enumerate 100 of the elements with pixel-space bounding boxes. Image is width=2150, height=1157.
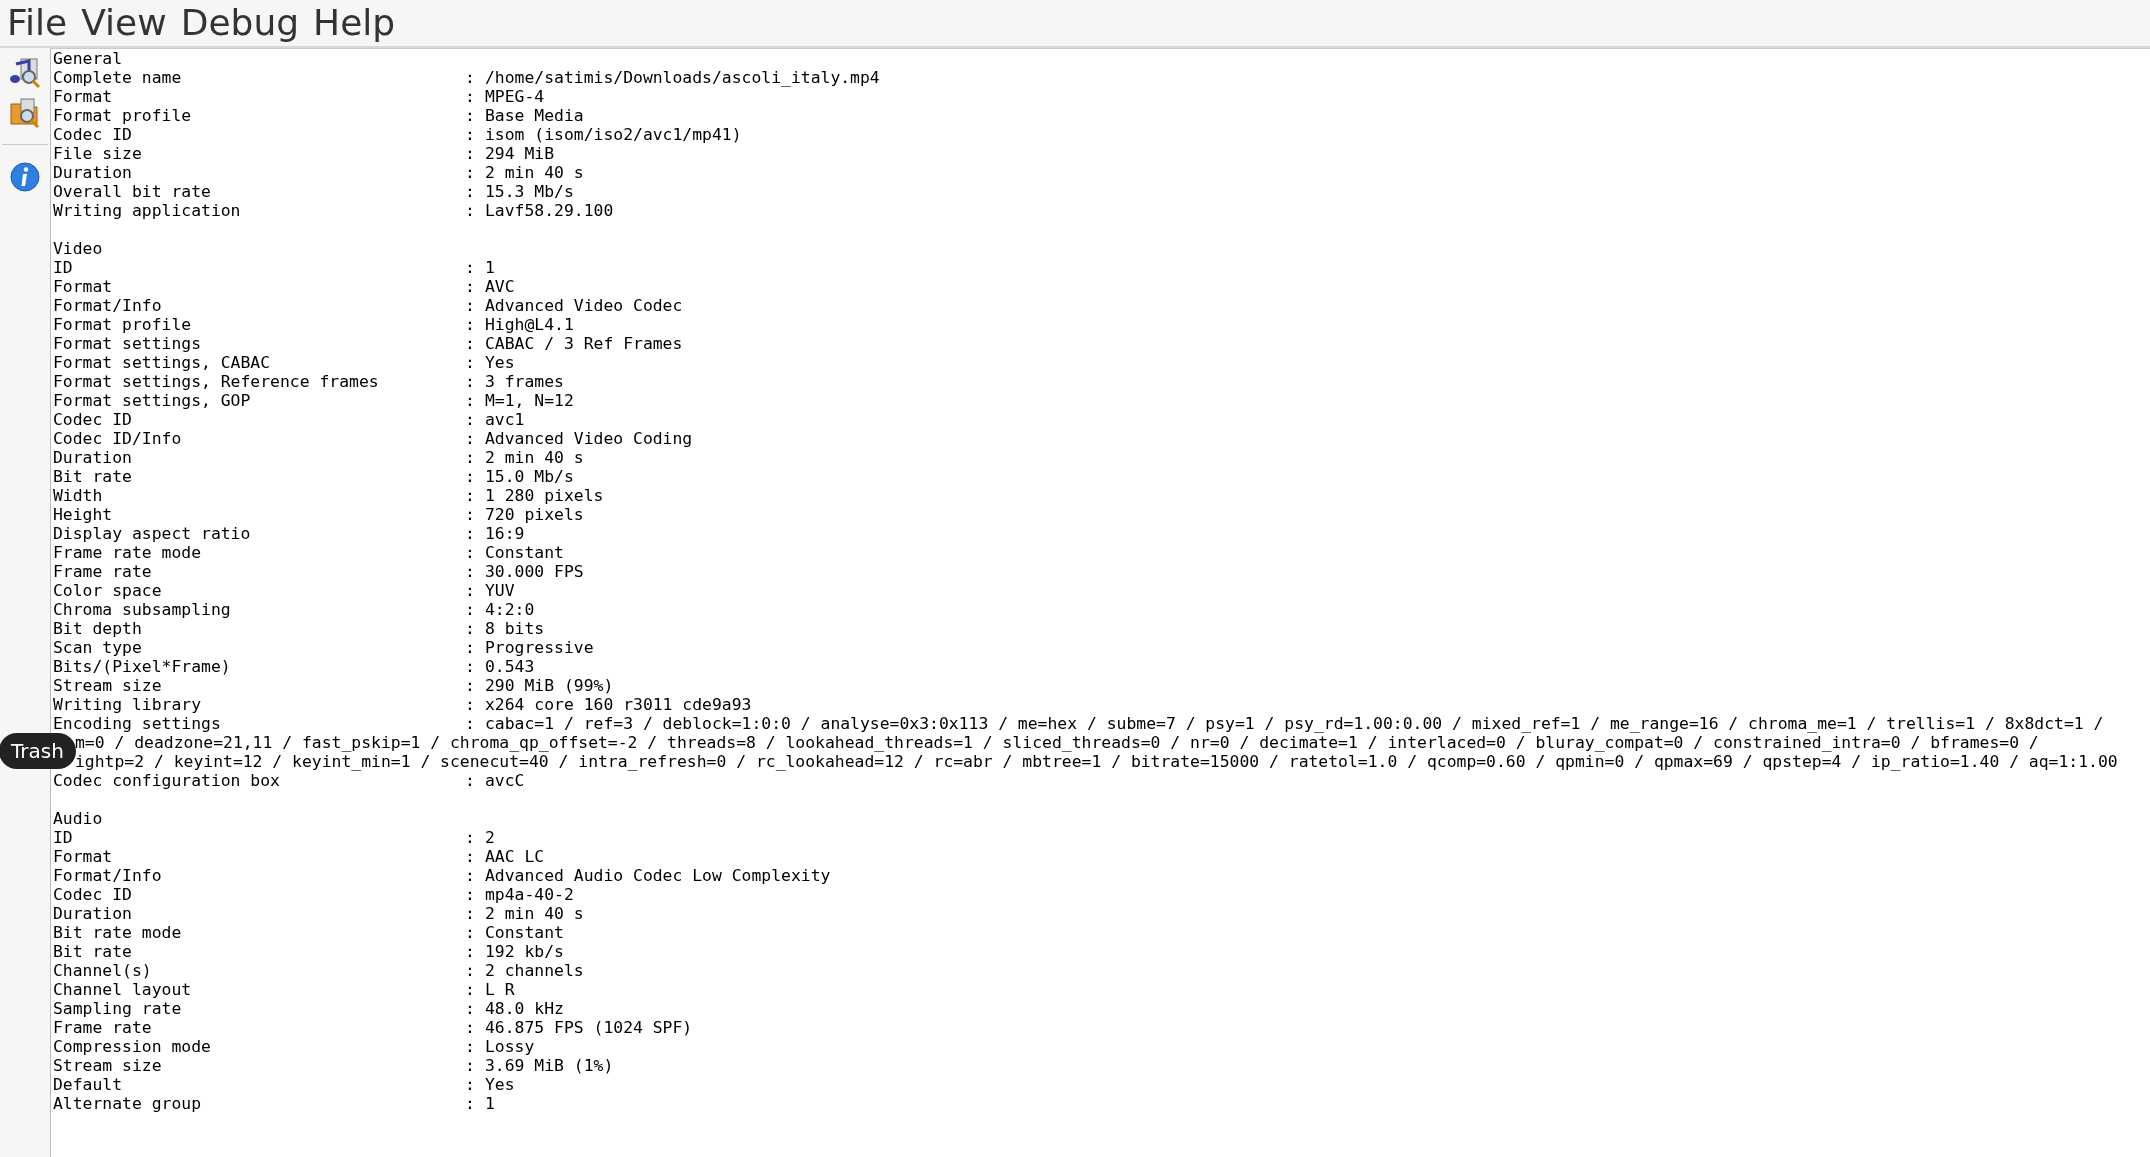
menu-item[interactable]: Debug xyxy=(180,0,300,46)
separator-colon: : xyxy=(465,980,476,999)
separator-colon: : xyxy=(465,942,476,961)
field-value: isom (isom/iso2/avc1/mp41) xyxy=(485,125,742,144)
field-value: 48.0 kHz xyxy=(485,999,564,1018)
field-label: Channel layout xyxy=(53,980,193,999)
field-value: cabac=1 / ref=3 / deblock=1:0:0 / analyse=0x3:0x113 / me=hex / subme=7 / psy=1 / psy_rd=1.00:0.00 / mixed_ref=1 / me_range=16 / chroma_me=1 / trellis=1 / 8x8dct=1 / xyxy=(485,714,2104,733)
field-label: Format xyxy=(53,277,114,296)
separator-colon: : xyxy=(465,1018,476,1037)
field-value: Advanced Audio Codec Low Complexity xyxy=(485,866,831,885)
music-file-search-icon[interactable] xyxy=(9,56,41,88)
field-label: ID xyxy=(53,828,74,847)
field-value: avcC xyxy=(485,771,525,790)
separator-colon: : xyxy=(465,524,476,543)
field-value: avc1 xyxy=(485,410,525,429)
info-icon[interactable] xyxy=(9,161,41,193)
field-value: 1 xyxy=(485,258,495,277)
field-label: Bit rate xyxy=(53,942,133,961)
separator-colon: : xyxy=(465,600,476,619)
field-label: Duration xyxy=(53,163,133,182)
field-value: M=1, N=12 xyxy=(485,391,574,410)
field-label: Format/Info xyxy=(53,296,163,315)
field-label: Format profile xyxy=(53,106,193,125)
field-value: 3 frames xyxy=(485,372,564,391)
separator-colon: : xyxy=(465,505,476,524)
field-label: Width xyxy=(53,486,104,505)
separator-colon: : xyxy=(465,429,476,448)
field-label: Duration xyxy=(53,904,133,923)
field-label: Encoding settings xyxy=(53,714,222,733)
field-label: Chroma subsampling xyxy=(53,600,232,619)
separator-colon: : xyxy=(465,885,476,904)
field-label: Default xyxy=(53,1075,124,1094)
separator-colon: : xyxy=(465,144,476,163)
separator-colon: : xyxy=(465,163,476,182)
field-label: Duration xyxy=(53,448,133,467)
folder-search-icon[interactable] xyxy=(9,96,41,128)
field-label: Bit rate mode xyxy=(53,923,183,942)
field-value: AVC xyxy=(485,277,515,296)
field-value: x264 core 160 r3011 cde9a93 xyxy=(485,695,752,714)
separator-colon: : xyxy=(465,866,476,885)
field-label: Bits/(Pixel*Frame) xyxy=(53,657,232,676)
separator-colon: : xyxy=(465,923,476,942)
field-value: Advanced Video Coding xyxy=(485,429,693,448)
field-value: Base Media xyxy=(485,106,584,125)
separator-colon: : xyxy=(465,448,476,467)
separator-colon: : xyxy=(465,676,476,695)
menu-item[interactable]: File xyxy=(7,0,68,46)
field-label: File size xyxy=(53,144,143,163)
separator-colon: : xyxy=(465,581,476,600)
field-label: Format/Info xyxy=(53,866,163,885)
field-label: Writing library xyxy=(53,695,203,714)
field-label: Stream size xyxy=(53,676,163,695)
field-value: 294 MiB xyxy=(485,144,555,163)
field-value: 2 channels xyxy=(485,961,584,980)
field-value: 2 min 40 s xyxy=(485,448,584,467)
field-value: MPEG-4 xyxy=(485,87,545,106)
field-label: ID xyxy=(53,258,74,277)
field-label: Format settings, CABAC xyxy=(53,353,272,372)
section-title: General xyxy=(53,49,124,68)
field-value: 30.000 FPS xyxy=(485,562,584,581)
field-label: Frame rate xyxy=(53,1018,153,1037)
separator-colon: : xyxy=(465,277,476,296)
separator-colon: : xyxy=(465,847,476,866)
separator-colon: : xyxy=(465,315,476,334)
section-title: Video xyxy=(53,239,104,258)
field-value: m=0 / deadzone=21,11 / fast_pskip=1 / chroma_qp_offset=-2 / threads=8 / lookahead_threads=1 / sliced_threads=0 / nr=0 / decimate=1 / interlaced=0 / bluray_compat=0 / constrained_intra=0 / bframes=0 / xyxy=(75,733,2039,752)
separator-colon: : xyxy=(465,543,476,562)
field-label: Codec configuration box xyxy=(53,771,281,790)
tooltip: Trash xyxy=(0,733,76,769)
field-value: 2 xyxy=(485,828,495,847)
field-value: High@L4.1 xyxy=(485,315,574,334)
field-value: /home/satimis/Downloads/ascoli_italy.mp4 xyxy=(485,68,880,87)
separator-colon: : xyxy=(465,182,476,201)
field-label: Complete name xyxy=(53,68,183,87)
field-value: ightp=2 / keyint=12 / keyint_min=1 / scenecut=40 / intra_refresh=0 / rc_lookahead=12 / rc=abr / mbtree=1 / bitrate=15000 / ratetol=1.0 / qcomp=0.60 / qpmin=0 / qpmax=69 / qpstep=4 / ip_ratio=1.40 / aq=1:1.00 xyxy=(75,752,2118,771)
field-label: Format profile xyxy=(53,315,193,334)
separator-colon: : xyxy=(465,410,476,429)
field-value: 3.69 MiB (1%) xyxy=(485,1056,614,1075)
field-label: Overall bit rate xyxy=(53,182,212,201)
separator-colon: : xyxy=(465,467,476,486)
field-label: Format xyxy=(53,847,114,866)
separator-colon: : xyxy=(465,486,476,505)
separator-colon: : xyxy=(465,828,476,847)
field-label: Frame rate xyxy=(53,562,153,581)
separator-colon: : xyxy=(465,353,476,372)
field-label: Writing application xyxy=(53,201,242,220)
menu-item[interactable]: View xyxy=(81,0,167,46)
field-label: Frame rate mode xyxy=(53,543,203,562)
separator-colon: : xyxy=(465,771,476,790)
separator-colon: : xyxy=(465,106,476,125)
field-label: Codec ID/Info xyxy=(53,429,183,448)
menu-item[interactable]: Help xyxy=(313,0,396,46)
field-label: Format settings, GOP xyxy=(53,391,252,410)
separator-colon: : xyxy=(465,372,476,391)
separator-colon: : xyxy=(465,87,476,106)
separator-colon: : xyxy=(465,258,476,277)
field-value: YUV xyxy=(485,581,515,600)
field-label: Codec ID xyxy=(53,885,133,904)
field-label: Alternate group xyxy=(53,1094,203,1113)
field-label: Bit rate xyxy=(53,467,133,486)
